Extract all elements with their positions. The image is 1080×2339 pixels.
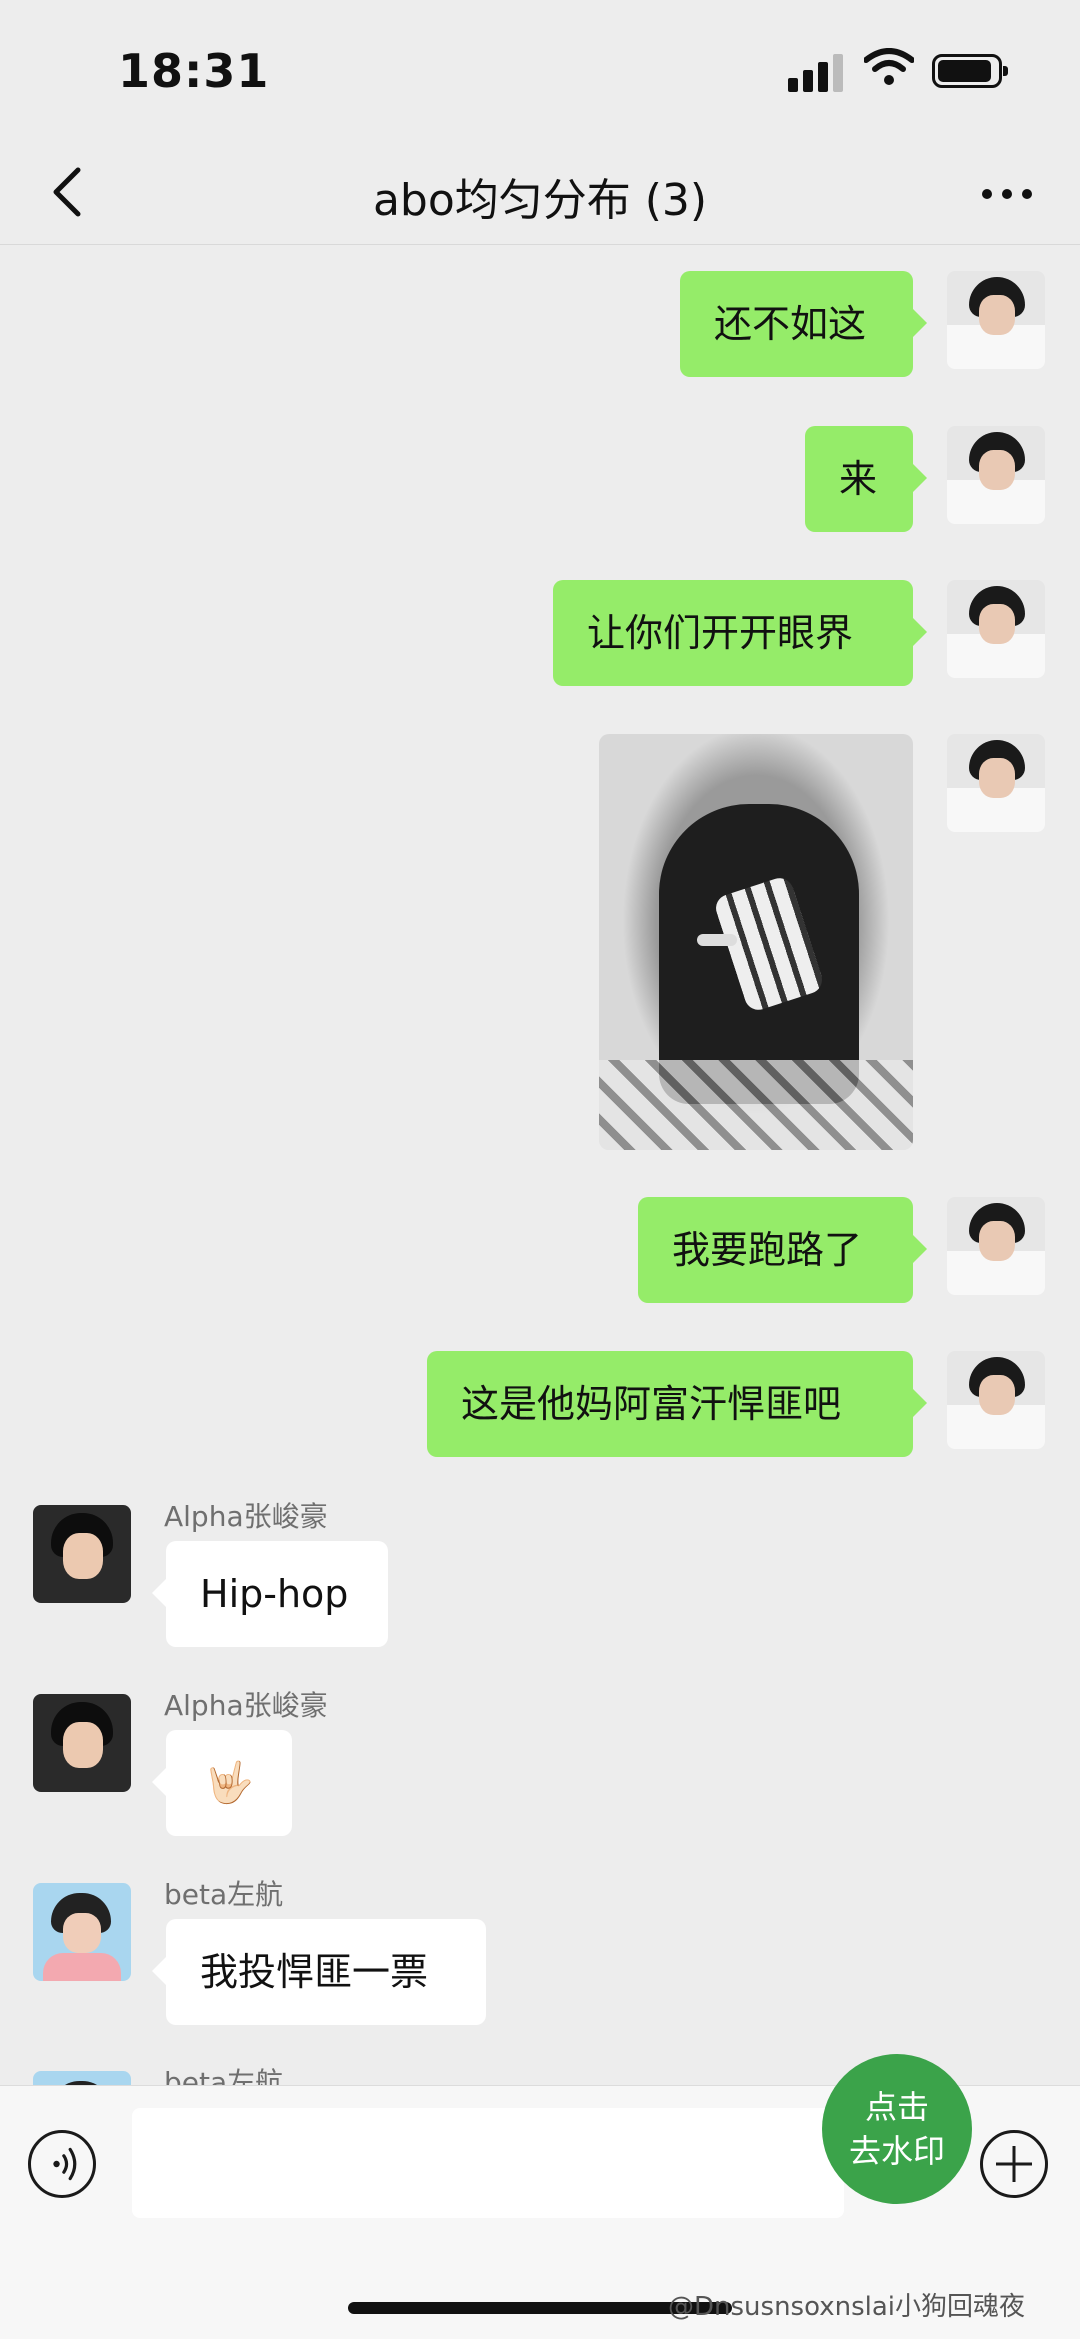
cellular-signal-icon — [788, 52, 846, 92]
remove-watermark-line1: 点击 — [864, 2088, 929, 2126]
message-bubble-outgoing[interactable]: 还不如这 — [680, 271, 927, 377]
sender-avatar-beta[interactable] — [33, 1883, 131, 1981]
message-bubble-incoming[interactable]: 🤟🏻 — [152, 1730, 292, 1836]
more-options-icon[interactable] — [972, 174, 1042, 214]
message-list[interactable]: 还不如这 来 让你们开开眼界 我要跑路了 这是他妈阿富汗悍匪吧 Alpha张峻豪… — [0, 245, 1080, 2085]
status-time: 18:31 — [118, 44, 270, 98]
message-bubble-incoming[interactable]: 我投悍匪一票 — [152, 1919, 486, 2025]
sender-avatar-beta[interactable] — [33, 2071, 131, 2085]
add-attachment-icon[interactable] — [980, 2130, 1048, 2198]
battery-icon — [932, 54, 1008, 88]
my-avatar[interactable] — [947, 734, 1045, 832]
message-input[interactable] — [132, 2108, 844, 2218]
sender-name: Alpha张峻豪 — [164, 1689, 328, 1722]
my-avatar[interactable] — [947, 426, 1045, 524]
chat-header: abo均匀分布 (3) — [0, 140, 1080, 245]
sender-avatar-alpha[interactable] — [33, 1505, 131, 1603]
sender-name: beta左航 — [164, 2066, 284, 2085]
my-avatar[interactable] — [947, 580, 1045, 678]
weibo-watermark: @Dnsusnsoxnslai小狗回魂夜 — [668, 2292, 1025, 2322]
message-bubble-outgoing[interactable]: 我要跑路了 — [638, 1197, 927, 1303]
message-bubble-outgoing[interactable]: 这是他妈阿富汗悍匪吧 — [427, 1351, 927, 1457]
sender-name: Alpha张峻豪 — [164, 1500, 328, 1533]
my-avatar[interactable] — [947, 1351, 1045, 1449]
my-avatar[interactable] — [947, 1197, 1045, 1295]
remove-watermark-line2: 去水印 — [848, 2132, 945, 2170]
message-bubble-incoming[interactable]: Hip-hop — [152, 1541, 388, 1647]
wifi-icon — [864, 48, 914, 85]
sender-avatar-alpha[interactable] — [33, 1694, 131, 1792]
message-bubble-outgoing[interactable]: 让你们开开眼界 — [553, 580, 927, 686]
my-avatar[interactable] — [947, 271, 1045, 369]
message-bubble-outgoing[interactable]: 来 — [805, 426, 927, 532]
image-message[interactable] — [599, 734, 913, 1150]
status-bar: 18:31 — [0, 0, 1080, 140]
sender-name: beta左航 — [164, 1878, 284, 1911]
chat-title: abo均匀分布 (3) — [372, 175, 708, 226]
remove-watermark-button[interactable]: 点击 去水印 — [822, 2054, 972, 2204]
voice-input-icon[interactable] — [28, 2130, 96, 2198]
